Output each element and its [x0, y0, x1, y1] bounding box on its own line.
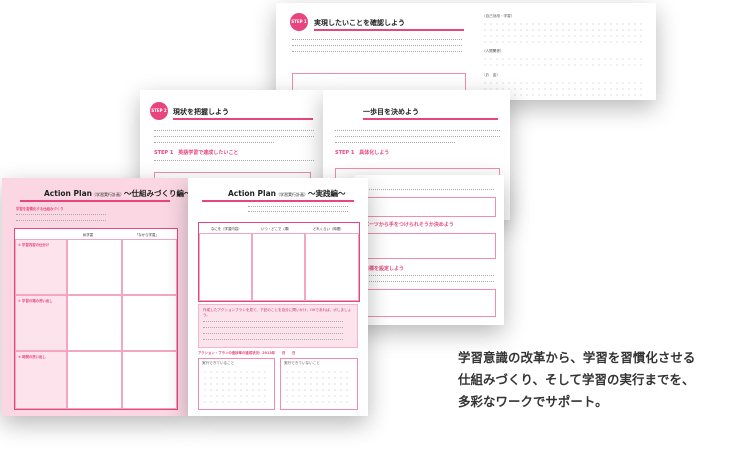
title-note: （学習実行計画）: [275, 192, 308, 197]
promo-caption: 学習意識の改革から、学習を習慣化させる 仕組みづくり、そして学習の実行までを、 …: [458, 347, 733, 413]
step-badge: STEP 1: [290, 13, 308, 31]
text-line: [364, 275, 494, 276]
text-line: [203, 321, 343, 322]
column-header-2: いつ・どこで（場）: [261, 227, 292, 231]
heading-rule: [173, 118, 313, 120]
text-line: [154, 136, 314, 137]
text-line: [16, 214, 106, 215]
caption-line-1: 学習意識の改革から、学習を習慣化させる: [458, 350, 696, 365]
side-label-3: （お 金）: [482, 73, 500, 77]
step-label: STEP 1 具体化しよう: [335, 150, 390, 156]
grid-cell: [15, 295, 67, 351]
workbook-page-back: STEP 1 実現したいことを確認しよう （自己効用・学習） （人間関係） （お…: [276, 3, 656, 100]
sub-label: 目標を設定しよう: [364, 266, 405, 272]
text-line: [292, 45, 462, 46]
action-plan-title: Action Plan（学習実行計画）〜実践編〜: [228, 188, 345, 199]
text-line: [335, 130, 500, 131]
row-label-2: ② 学習の場の洗い出し: [18, 299, 53, 303]
heading-rule: [363, 118, 498, 120]
caption-line-2: 仕組みづくり、そして学習の実行までを、: [458, 372, 695, 387]
step-badge: STEP 2: [150, 102, 168, 120]
title-suffix: 〜仕組みづくり編〜: [123, 189, 188, 198]
text-line: [335, 136, 500, 137]
side-label-2: （人間関係）: [482, 49, 504, 53]
grid-cell: [15, 239, 67, 295]
not-done-label: 実行できていないこと: [284, 361, 320, 365]
grid-cell: [67, 239, 122, 295]
title-text: Action Plan: [44, 189, 92, 198]
answer-box: [364, 289, 496, 317]
column-header-2: 「なから学習」: [135, 233, 159, 237]
text-line: [16, 220, 106, 221]
row-label-1: ① 学習内容の仕分け: [18, 243, 50, 247]
panel-text: 作成したアクションプランを見て、下記のことを自分に問いかけ、OKであれば、ボしま…: [203, 308, 352, 317]
done-box: 実行できていること: [198, 358, 275, 410]
text-line: [203, 333, 343, 334]
grid-cell: [122, 295, 177, 351]
text-line: [154, 160, 314, 161]
action-plan-title: Action Plan（学習実行計画）〜仕組みづくり編〜: [44, 188, 188, 199]
intro-label: 学習を習慣化する仕組みづくり: [16, 207, 64, 211]
sub-label: パーツから手をつけられそうか決めよう: [364, 222, 454, 228]
text-line: [154, 142, 274, 143]
title-text: Action Plan: [228, 189, 276, 198]
grid-cell: [252, 233, 305, 301]
grid-cell: [67, 295, 122, 351]
action-plan-right: Action Plan（学習実行計画）〜実践編〜 なにを（学習内容） いつ・どこ…: [188, 178, 368, 416]
page-heading: 実現したいことを確認しよう: [314, 19, 405, 27]
grid-cell: [199, 233, 252, 301]
title-rule: [202, 200, 354, 202]
answer-box: [364, 233, 496, 259]
side-label-1: （自己効用・学習）: [482, 14, 515, 18]
progress-label: アクション・プランの進捗率の達成状況：2013年 月 日: [198, 351, 296, 355]
text-line: [154, 130, 314, 131]
text-line: [248, 211, 348, 212]
text-line: [292, 39, 462, 40]
dot-grid: [202, 369, 270, 405]
done-label: 実行できていること: [202, 361, 235, 365]
dot-grid: [482, 56, 642, 70]
title-suffix: 〜実践編〜: [307, 189, 346, 198]
text-line: [364, 189, 494, 190]
text-line: [248, 206, 348, 207]
brochure-spread: STEP 1 実現したいことを確認しよう （自己効用・学習） （人間関係） （お…: [0, 0, 737, 458]
title-rule: [20, 200, 170, 202]
step-label: STEP 1 英語学習で達成したいこと: [154, 150, 239, 156]
column-header-1: 私学習: [83, 233, 94, 237]
grid-cell: [67, 351, 122, 409]
row-label-3: ③ 時間の洗い出し: [18, 355, 46, 359]
action-plan-left: Action Plan（学習実行計画）〜仕組みづくり編〜 学習を習慣化する仕組み…: [2, 178, 188, 416]
text-line: [203, 327, 343, 328]
plan-grid: 私学習 「なから学習」 ① 学習内容の仕分け ② 学習の場の洗い出し ③ 時間の…: [14, 228, 178, 410]
workbook-page-inner: パーツから手をつけられそうか決めよう 目標を設定しよう: [354, 175, 504, 325]
page-heading: 一歩目を決めよう: [363, 108, 419, 116]
heading-rule: [314, 29, 464, 31]
caption-line-3: 多彩なワークでサポート。: [458, 394, 608, 409]
title-note: （学習実行計画）: [91, 192, 124, 197]
dot-grid: [284, 369, 352, 405]
checklist-panel: 作成したアクションプランを見て、下記のことを自分に問いかけ、OKであれば、ボしま…: [198, 304, 358, 348]
grid-cell: [122, 239, 177, 295]
text-line: [203, 339, 343, 340]
not-done-box: 実行できていないこと: [280, 358, 358, 410]
column-header-1: なにを（学習内容）: [211, 227, 242, 231]
grid-cell: [305, 233, 359, 301]
text-line: [335, 142, 455, 143]
page-heading: 現状を把握しよう: [173, 108, 229, 116]
column-header-3: どれくらい（時間）: [313, 227, 344, 231]
dot-grid: [482, 21, 642, 45]
grid-cell: [15, 351, 67, 409]
answer-box: [364, 197, 496, 217]
grid-cell: [122, 351, 177, 409]
text-line: [292, 51, 462, 52]
text-line: [364, 281, 494, 282]
plan-grid: なにを（学習内容） いつ・どこで（場） どれくらい（時間）: [198, 222, 360, 302]
